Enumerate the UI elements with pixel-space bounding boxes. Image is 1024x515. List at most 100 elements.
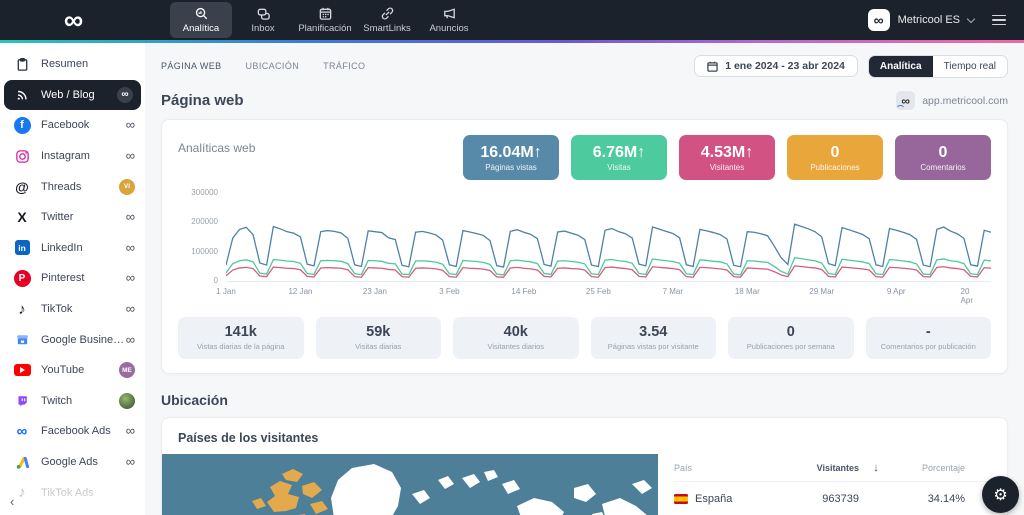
sidebar-item-youtube[interactable]: YouTube ME bbox=[0, 355, 145, 386]
kpi-comentarios: 0 Comentarios bbox=[895, 135, 991, 180]
tiktok-ads-icon: ♪ bbox=[18, 484, 26, 502]
table-header: País Visitantes ↓ Porcentaje bbox=[674, 456, 997, 482]
tab-trafico[interactable]: TRÁFICO bbox=[323, 61, 365, 71]
sidebar-item-tiktok-ads[interactable]: ♪ TikTok Ads bbox=[0, 477, 145, 508]
tab-label: Anuncios bbox=[429, 23, 469, 34]
sidebar-item-twitch[interactable]: Twitch bbox=[0, 386, 145, 417]
sidebar-item-label: Twitter bbox=[41, 211, 74, 224]
sidebar-item-google-business[interactable]: Google Business ... ∞ bbox=[0, 324, 145, 355]
tab-label: Analítica bbox=[182, 23, 220, 34]
sidebar-item-label: Resumen bbox=[41, 58, 89, 71]
sort-desc-icon[interactable]: ↓ bbox=[859, 462, 893, 474]
sidebar-item-label: LinkedIn bbox=[41, 241, 83, 254]
infinity-logo-icon: ∞ bbox=[63, 5, 83, 35]
infinity-badge: ∞ bbox=[125, 331, 135, 347]
country-name: España bbox=[695, 492, 733, 505]
infinity-badge: ∞ bbox=[125, 454, 135, 470]
infinity-badge: ∞ bbox=[125, 209, 135, 225]
storefront-icon bbox=[12, 332, 32, 347]
youtube-icon bbox=[12, 364, 32, 377]
sidebar-item-tiktok[interactable]: ♪ TikTok ∞ bbox=[0, 294, 145, 325]
countries-table: País Visitantes ↓ Porcentaje España 9637… bbox=[658, 454, 1007, 515]
infinity-badge: ∞ bbox=[125, 117, 135, 133]
tab-ubicacion[interactable]: UBICACIÓN bbox=[246, 61, 300, 71]
stat-visitantes-diarios: 40k Visitantes diarios bbox=[453, 317, 579, 359]
sidebar-item-label: Facebook bbox=[41, 119, 90, 132]
tab-pagina-web[interactable]: PÁGINA WEB bbox=[161, 61, 222, 71]
sidebar-item-threads[interactable]: @ Threads VI bbox=[0, 171, 145, 202]
sidebar-item-google-ads[interactable]: Google Ads ∞ bbox=[0, 447, 145, 478]
link-icon bbox=[381, 7, 393, 20]
sidebar-item-label: Google Ads bbox=[41, 456, 98, 469]
web-analytics-card: Analíticas web 16.04M↑ Páginas vistas 6.… bbox=[161, 119, 1008, 374]
tab-label: SmartLinks bbox=[363, 23, 411, 34]
trend-up-icon: ↑ bbox=[533, 143, 542, 161]
chevron-down-icon bbox=[966, 14, 976, 23]
stat-comentarios-publicacion: - Comentarios por publicación bbox=[865, 317, 991, 359]
calendar-icon bbox=[707, 61, 718, 72]
tab-label: Inbox bbox=[251, 23, 275, 34]
tab-label: Planificación bbox=[298, 23, 352, 34]
infinity-badge: ∞ bbox=[125, 423, 135, 439]
page-title: Página web bbox=[161, 92, 244, 109]
date-range-value: 1 ene 2024 - 23 abr 2024 bbox=[725, 60, 845, 72]
card-title: Países de los visitantes bbox=[178, 431, 319, 445]
tab-smartlinks[interactable]: SmartLinks bbox=[356, 0, 418, 40]
kpi-publicaciones: 0 Publicaciones bbox=[787, 135, 883, 180]
sidebar-item-label: Web / Blog bbox=[41, 88, 95, 101]
twitch-icon bbox=[12, 394, 32, 408]
infinity-badge: ∞ bbox=[125, 270, 135, 286]
google-ads-icon bbox=[12, 455, 32, 470]
mode-analitica-button[interactable]: Analítica bbox=[868, 55, 933, 77]
gear-icon: ⚙ bbox=[993, 486, 1008, 504]
sidebar-item-instagram[interactable]: Instagram ∞ bbox=[0, 141, 145, 172]
mode-tiempo-real-button[interactable]: Tiempo real bbox=[933, 56, 1007, 77]
menu-icon[interactable] bbox=[988, 11, 1010, 30]
site-link[interactable]: ∞ app.metricool.com bbox=[896, 91, 1008, 111]
settings-fab[interactable]: ⚙ bbox=[982, 476, 1019, 513]
sidebar-item-label: Facebook Ads bbox=[41, 425, 111, 438]
analytics-search-icon bbox=[195, 7, 207, 20]
section-tabs: PÁGINA WEB UBICACIÓN TRÁFICO bbox=[161, 61, 365, 71]
col-pais: País bbox=[674, 463, 693, 473]
sidebar-item-label: Instagram bbox=[41, 150, 90, 163]
meta-icon: ∞ bbox=[16, 422, 28, 440]
tab-planificacion[interactable]: Planificación bbox=[294, 0, 356, 40]
account-switcher[interactable]: ∞ Metricool ES bbox=[867, 9, 976, 31]
trend-up-icon: ↑ bbox=[637, 143, 646, 161]
tiktok-icon: ♪ bbox=[18, 300, 26, 318]
sidebar-item-label: TikTok Ads bbox=[41, 486, 94, 499]
rss-icon bbox=[12, 88, 32, 102]
world-map bbox=[162, 454, 658, 515]
sidebar-item-label: YouTube bbox=[41, 364, 85, 377]
infinity-badge: ∞ bbox=[125, 301, 135, 317]
infinity-badge: ∞ bbox=[117, 86, 133, 103]
module-tabs: Analítica Inbox Planificación SmartLinks… bbox=[170, 0, 480, 40]
sidebar-item-linkedin[interactable]: in LinkedIn ∞ bbox=[0, 233, 145, 264]
sidebar-item-resumen[interactable]: Resumen bbox=[0, 49, 145, 80]
summary-stats: 141k Vistas diarias de la página 59k Visit… bbox=[178, 317, 991, 359]
mode-toggle: Analítica Tiempo real bbox=[867, 54, 1008, 78]
sidebar-item-facebook-ads[interactable]: ∞ Facebook Ads ∞ bbox=[0, 416, 145, 447]
sidebar-item-pinterest[interactable]: P Pinterest ∞ bbox=[0, 263, 145, 294]
sidebar-item-label: Twitch bbox=[41, 394, 73, 407]
kpi-visitas: 6.76M↑ Visitas bbox=[571, 135, 667, 180]
table-row[interactable]: España 963739 34.14% › bbox=[674, 482, 997, 515]
metricool-logo[interactable]: ∞ bbox=[0, 5, 145, 35]
x-twitter-icon: X bbox=[17, 209, 27, 226]
sidebar-item-label: Google Business ... bbox=[41, 333, 126, 346]
chart-plot bbox=[226, 194, 991, 281]
sidebar-item-label: Pinterest bbox=[41, 272, 85, 285]
kpi-badges: 16.04M↑ Páginas vistas 6.76M↑ Visitas 4.… bbox=[463, 135, 991, 180]
tab-anuncios[interactable]: Anuncios bbox=[418, 0, 480, 40]
web-analytics-line-chart: 0 100000 200000 300000 1 Jan 12 Jan 23 Jan 3 F… bbox=[191, 188, 991, 305]
tab-inbox[interactable]: Inbox bbox=[232, 0, 294, 40]
threads-icon: @ bbox=[15, 178, 29, 195]
sidebar-collapse-chevron[interactable]: ‹ bbox=[10, 494, 14, 509]
sidebar-item-facebook[interactable]: f Facebook ∞ bbox=[0, 110, 145, 141]
sidebar-item-web-blog[interactable]: Web / Blog ∞ bbox=[4, 79, 141, 111]
sidebar-item-twitter[interactable]: X Twitter ∞ bbox=[0, 202, 145, 233]
section-title-ubicacion: Ubicación bbox=[161, 392, 228, 408]
date-range-picker[interactable]: 1 ene 2024 - 23 abr 2024 bbox=[694, 55, 858, 77]
tab-analitica[interactable]: Analítica bbox=[170, 2, 232, 38]
